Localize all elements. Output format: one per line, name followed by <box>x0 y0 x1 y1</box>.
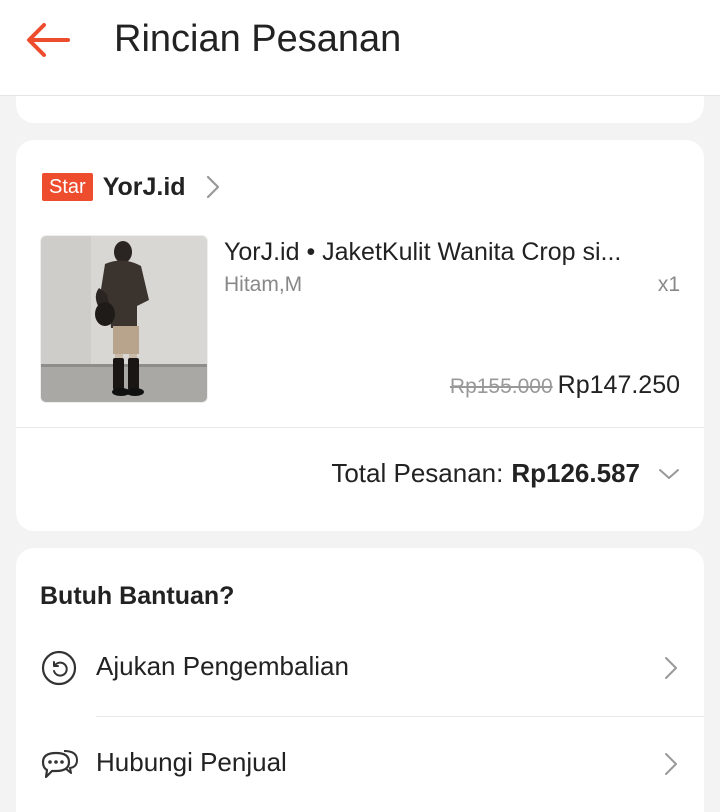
original-price: Rp155.000 <box>449 375 553 398</box>
order-card: Star YorJ.id YorJ.id • JaketKulit Wanita… <box>16 140 704 531</box>
shop-name: YorJ.id <box>102 172 186 201</box>
help-title: Butuh Bantuan? <box>40 582 235 610</box>
help-card: Butuh Bantuan? Ajukan Pengembalian Hubun <box>16 548 704 812</box>
chevron-right-icon <box>664 752 678 781</box>
previous-card-bottom <box>16 96 704 123</box>
final-price: Rp147.250 <box>557 371 680 399</box>
order-total-value: Rp126.587 <box>511 458 640 488</box>
order-total-row[interactable]: Total Pesanan: Rp126.587 <box>331 458 680 489</box>
contact-seller-label: Hubungi Penjual <box>96 747 287 777</box>
return-request-label: Ajukan Pengembalian <box>96 651 349 681</box>
contact-seller-item[interactable]: Hubungi Penjual <box>16 718 704 808</box>
chevron-right-icon <box>206 175 220 199</box>
product-quantity: x1 <box>657 273 680 296</box>
app-header: Rincian Pesanan <box>0 0 720 96</box>
product-name[interactable]: YorJ.id • JaketKulit Wanita Crop si... <box>224 236 674 268</box>
shop-header[interactable]: Star YorJ.id <box>42 172 220 202</box>
chevron-down-icon <box>658 467 680 481</box>
price-row: Rp155.000 Rp147.250 <box>450 371 680 400</box>
product-variant: Hitam,M <box>224 273 303 296</box>
product-image[interactable] <box>40 235 208 403</box>
divider <box>16 427 704 428</box>
divider <box>96 716 704 717</box>
back-button[interactable] <box>22 18 78 62</box>
order-total-label: Total Pesanan: <box>331 458 504 488</box>
return-request-item[interactable]: Ajukan Pengembalian <box>16 622 704 712</box>
chat-icon <box>40 745 78 783</box>
back-arrow-icon <box>27 23 70 57</box>
star-seller-badge: Star <box>42 173 93 201</box>
page-title: Rincian Pesanan <box>114 18 402 60</box>
return-icon <box>40 649 78 687</box>
chevron-right-icon <box>664 656 678 685</box>
